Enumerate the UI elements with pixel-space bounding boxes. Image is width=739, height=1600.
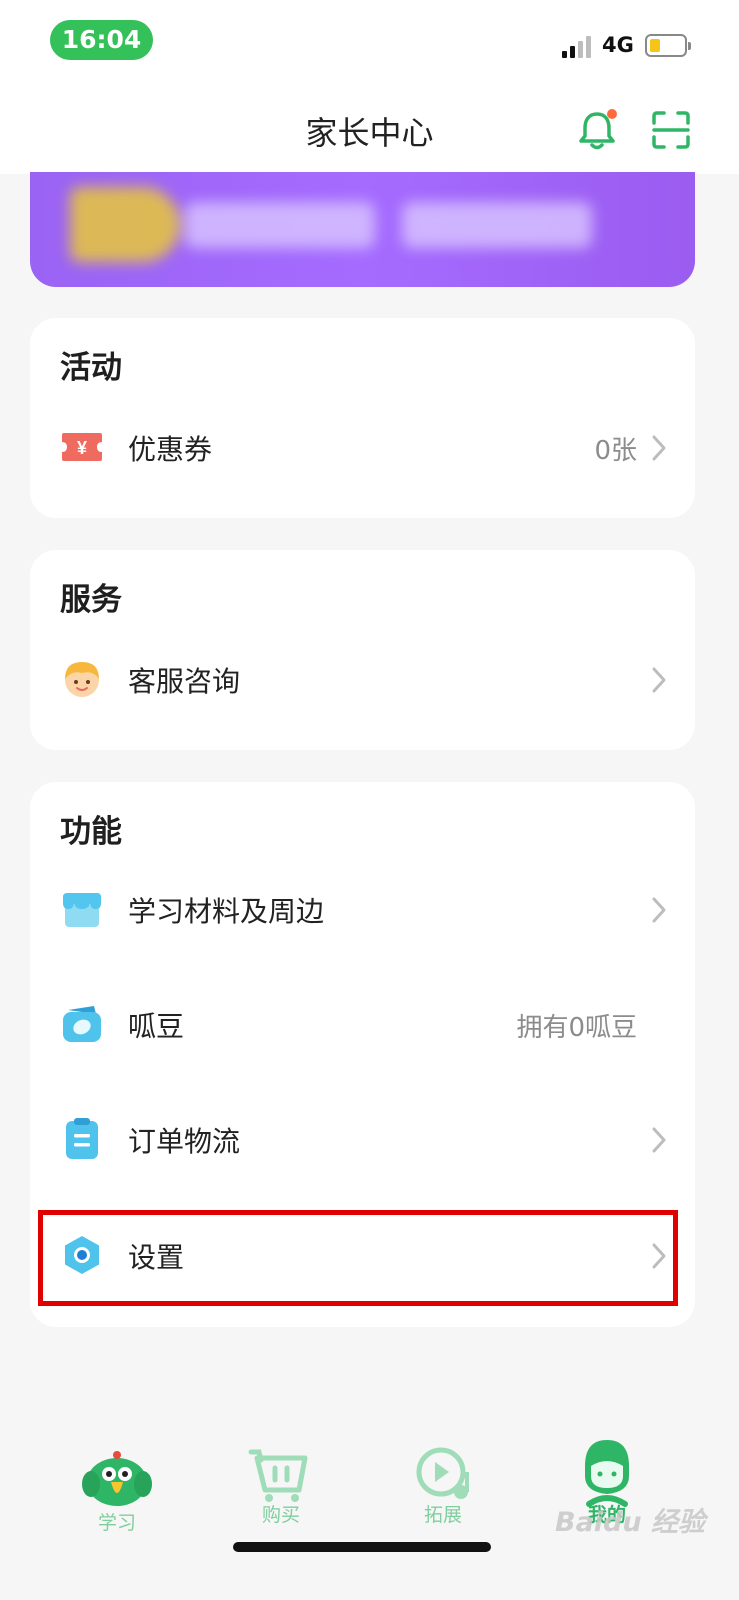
tab-expand[interactable]: 拓展 — [378, 1412, 508, 1562]
row-label: 订单物流 — [128, 1125, 241, 1158]
notification-bell-icon[interactable] — [575, 108, 619, 152]
scan-icon[interactable] — [651, 110, 691, 150]
chevron-right-icon — [652, 1127, 666, 1153]
guadou-balance: 拥有0呱豆 — [516, 1013, 637, 1043]
wallet-icon — [63, 1006, 101, 1042]
coupon-count: 0张 — [594, 436, 637, 466]
activity-card: 活动 ¥ 优惠券 0张 — [30, 318, 695, 518]
tab-learn[interactable]: 学习 — [52, 1412, 182, 1562]
tab-label: 学习 — [97, 1512, 136, 1534]
svg-text:¥: ¥ — [77, 438, 87, 458]
cellular-signal-icon — [562, 36, 594, 58]
list-item-learning-materials[interactable]: 学习材料及周边 — [30, 860, 695, 960]
list-item-customer-service[interactable]: 客服咨询 — [30, 630, 695, 730]
section-title-function: 功能 — [60, 814, 122, 850]
highlight-box — [38, 1210, 678, 1306]
tab-label: 拓展 — [423, 1504, 462, 1526]
list-item-coupon[interactable]: ¥ 优惠券 0张 — [30, 398, 695, 498]
chevron-right-icon — [652, 897, 666, 923]
coupon-icon: ¥ — [62, 433, 102, 461]
list-item-guadou[interactable]: 呱豆 拥有0呱豆 — [30, 975, 695, 1075]
tab-label: 购买 — [261, 1504, 300, 1526]
battery-icon — [645, 34, 691, 57]
network-type: 4G — [602, 33, 634, 57]
order-clipboard-icon — [66, 1118, 98, 1159]
row-label: 优惠券 — [128, 433, 213, 466]
home-indicator — [233, 1542, 491, 1552]
customer-service-avatar-icon — [65, 662, 99, 697]
section-title-activity: 活动 — [60, 350, 122, 386]
tab-me[interactable]: 我的 — [542, 1412, 672, 1562]
page-title: 家长中心 — [305, 114, 434, 152]
status-time: 16:04 — [50, 20, 153, 60]
parrot-mascot-icon — [82, 1451, 152, 1506]
chevron-right-icon — [652, 435, 666, 461]
service-card: 服务 客服咨询 — [30, 550, 695, 750]
store-icon — [63, 893, 101, 927]
status-bar: 16:04 4G — [0, 0, 739, 80]
tab-buy[interactable]: 购买 — [216, 1412, 346, 1562]
watermark: Baidu 经验 — [555, 1507, 706, 1538]
header: 家长中心 — [0, 80, 739, 174]
chevron-right-icon — [652, 667, 666, 693]
megaphone-icon — [70, 187, 180, 262]
section-title-service: 服务 — [60, 582, 122, 618]
row-label: 呱豆 — [128, 1010, 185, 1043]
row-label: 学习材料及周边 — [128, 895, 325, 928]
list-item-order-logistics[interactable]: 订单物流 — [30, 1090, 695, 1190]
promo-banner[interactable] — [30, 172, 695, 287]
row-label: 客服咨询 — [128, 665, 241, 698]
